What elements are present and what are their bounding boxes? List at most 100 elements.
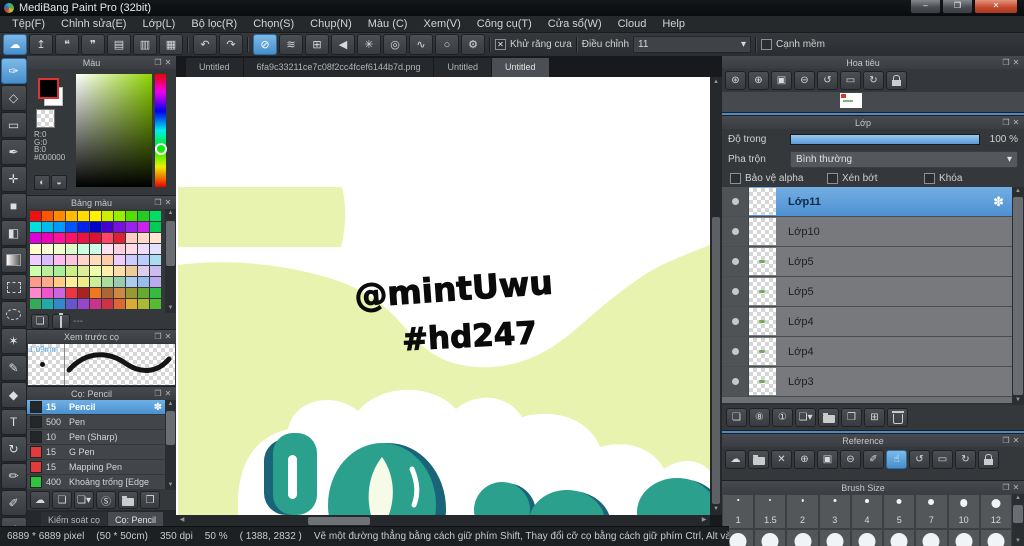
palette-color[interactable] [42, 244, 53, 254]
select-pen-tool-button[interactable]: ✎ [0, 355, 27, 381]
palette-color[interactable] [90, 233, 101, 243]
close-icon[interactable]: ✕ [163, 332, 173, 341]
scroll-thumb[interactable] [712, 217, 720, 504]
palette-color[interactable] [90, 211, 101, 221]
scroll-down-icon[interactable]: ▼ [165, 304, 176, 313]
palette-color[interactable] [114, 211, 125, 221]
cloud-brush-button[interactable]: ☁ [30, 491, 50, 509]
palette-color[interactable] [66, 211, 77, 221]
palette-color[interactable] [42, 277, 53, 287]
ref-rotate-left-button[interactable]: ↺ [909, 450, 930, 469]
add-color-button[interactable]: ❏ [31, 313, 49, 329]
palette-color[interactable] [126, 211, 137, 221]
hue-indicator[interactable] [155, 143, 167, 155]
rotation-lock-button[interactable] [886, 71, 907, 90]
palette-color[interactable] [30, 222, 41, 232]
palette-color[interactable] [114, 277, 125, 287]
divide-tool-button[interactable]: ✐ [0, 490, 27, 516]
close-icon[interactable]: ✕ [163, 198, 173, 207]
palette-color[interactable] [54, 211, 65, 221]
popout-icon[interactable]: ❐ [153, 58, 163, 67]
palette-color[interactable] [54, 277, 65, 287]
palette-color[interactable] [102, 277, 113, 287]
palette-color[interactable] [138, 299, 149, 309]
brush-row[interactable]: 400 Khoảng trống [Edge [27, 475, 165, 490]
visibility-toggle[interactable] [722, 247, 749, 276]
canvas-vertical-scrollbar[interactable]: ▲ ▼ [710, 77, 722, 515]
snap-parallel-button[interactable]: ≋ [279, 34, 303, 55]
palette-color[interactable] [102, 299, 113, 309]
palette-color[interactable] [66, 233, 77, 243]
restore-button[interactable]: ❐ [942, 0, 973, 14]
palette-color[interactable] [66, 255, 77, 265]
antialias-checkbox[interactable]: ✕ Khử răng cưa [495, 39, 572, 50]
palette-color[interactable] [90, 266, 101, 276]
palette-color[interactable] [78, 255, 89, 265]
close-icon[interactable]: ✕ [1011, 118, 1021, 127]
snap-ellipse-button[interactable]: ○ [435, 34, 459, 55]
palette-color[interactable] [138, 255, 149, 265]
brush-size-cell[interactable] [883, 529, 916, 546]
palette-color[interactable] [150, 233, 161, 243]
chat-button[interactable]: ❝ [55, 34, 79, 55]
brush-row[interactable]: 15 Pencil ✽ [27, 400, 165, 415]
palette-color[interactable] [150, 288, 161, 298]
close-icon[interactable]: ✕ [1011, 436, 1021, 445]
zoom-actual-button[interactable]: ⊛ [725, 71, 746, 90]
palette-color[interactable] [30, 233, 41, 243]
comment-button[interactable]: ❞ [81, 34, 105, 55]
visibility-toggle[interactable] [722, 337, 749, 366]
cloud-sync-button[interactable]: ☁ [3, 34, 27, 55]
palette-color[interactable] [126, 244, 137, 254]
export-button[interactable]: ↥ [29, 34, 53, 55]
palette-color[interactable] [114, 244, 125, 254]
merge-layer-button[interactable]: ⊞ [864, 408, 885, 427]
visibility-toggle[interactable] [722, 187, 749, 216]
text-tool-button[interactable]: T [0, 409, 27, 435]
opacity-slider[interactable] [790, 133, 980, 145]
layer-row[interactable]: Lớp4 [722, 307, 1012, 337]
brush-row[interactable]: 10 Pen (Sharp) [27, 430, 165, 445]
palette-color[interactable] [54, 233, 65, 243]
layer-folder-button[interactable] [818, 408, 839, 427]
snap-radial-button[interactable]: ✳ [357, 34, 381, 55]
palette-color[interactable] [114, 299, 125, 309]
document-tab[interactable]: 6fa9c33211ce7c08f2cc4fcef6144b7d.png [243, 58, 434, 77]
palette-color[interactable] [126, 266, 137, 276]
select-tool-button[interactable] [0, 274, 27, 300]
palette-color[interactable] [90, 288, 101, 298]
visibility-toggle[interactable] [722, 307, 749, 336]
rotate-right-button[interactable]: ↻ [863, 71, 884, 90]
add-color-inner-button[interactable]: ❏ [36, 316, 45, 327]
menu-item[interactable]: Chụp(N) [302, 18, 360, 30]
palette-color[interactable] [30, 266, 41, 276]
document-tab[interactable]: Untitled [434, 58, 491, 77]
eyedropper-button[interactable]: ✐ [863, 450, 884, 469]
delete-layer-button[interactable] [887, 408, 908, 427]
snap-off-button[interactable]: ⊘ [253, 34, 277, 55]
brush-size-cell[interactable]: 10 [947, 494, 980, 529]
palette-color[interactable] [30, 211, 41, 221]
palette-color[interactable] [42, 288, 53, 298]
foreground-color-swatch[interactable] [38, 78, 59, 99]
palette-color[interactable] [78, 222, 89, 232]
adjust-select[interactable]: 11 ▾ [633, 36, 752, 53]
layer-row[interactable]: Lớp5 [722, 247, 1012, 277]
delete-color-button[interactable] [52, 313, 70, 329]
document-tab[interactable]: Untitled [186, 58, 243, 77]
palette-color[interactable] [78, 211, 89, 221]
palette-color[interactable] [138, 266, 149, 276]
menu-item[interactable]: Cloud [610, 18, 655, 30]
brush-size-cell[interactable]: 1.5 [754, 494, 787, 529]
palette-color[interactable] [138, 244, 149, 254]
rotate-left-button[interactable]: ↺ [817, 71, 838, 90]
menu-item[interactable]: Cửa sổ(W) [540, 18, 610, 30]
palette-color[interactable] [42, 266, 53, 276]
transform-tool-button[interactable]: ↻ [0, 436, 27, 462]
popout-icon[interactable]: ❐ [1001, 118, 1011, 127]
layer-list-scrollbar[interactable]: ▲ ▼ [1012, 187, 1024, 405]
add-brush-menu-button[interactable]: ❏▾ [74, 491, 94, 509]
brush-row[interactable]: 15 G Pen [27, 445, 165, 460]
close-icon[interactable]: ✕ [163, 389, 173, 398]
menu-item[interactable]: Chọn(S) [245, 18, 302, 30]
